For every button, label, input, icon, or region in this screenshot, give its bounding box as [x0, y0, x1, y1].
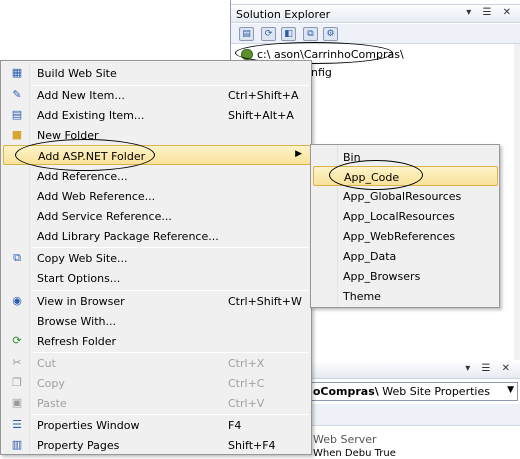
submenu-item-label: App_GlobalResources — [343, 190, 462, 203]
solution-explorer-title: Solution Explorer — [236, 8, 331, 21]
menu-item-label: View in Browser — [37, 295, 125, 308]
menu-item-copy[interactable]: ❐ Copy Ctrl+C — [3, 373, 311, 393]
menu-item-label: Copy — [37, 377, 65, 390]
submenu-item-app-webreferences[interactable]: App_WebReferences — [313, 226, 498, 246]
menu-item-label: Start Options... — [37, 272, 121, 285]
scrollbar[interactable] — [514, 44, 520, 360]
copy-icon: ❐ — [12, 376, 22, 389]
property-pages-icon: ▥ — [11, 438, 23, 451]
copy-site-tool-icon[interactable]: ⧉ — [303, 27, 318, 41]
menu-item-add-new-item[interactable]: ✎ Add New Item... Ctrl+Shift+A — [3, 85, 311, 105]
panel-options-icon[interactable]: ▾ ☰ ✕ — [466, 7, 515, 18]
menu-item-cut[interactable]: ✂ Cut Ctrl+X — [3, 353, 311, 373]
tree-item-config[interactable]: nfig — [311, 66, 332, 79]
menu-item-shortcut: Ctrl+C — [228, 377, 265, 390]
submenu-item-app-globalresources[interactable]: App_GlobalResources — [313, 186, 498, 206]
menu-item-shortcut: F4 — [228, 419, 242, 432]
menu-item-paste[interactable]: ▣ Paste Ctrl+V — [3, 393, 311, 413]
properties-icon: ☰ — [12, 418, 22, 431]
submenu-item-app-browsers[interactable]: App_Browsers — [313, 266, 498, 286]
context-menu: ▦ Build Web Site ✎ Add New Item... Ctrl+… — [0, 60, 312, 455]
menu-item-add-web-reference[interactable]: Add Web Reference... — [3, 186, 311, 206]
menu-item-label: Add Reference... — [37, 170, 128, 183]
aspnet-folder-submenu: Bin App_Code App_GlobalResources App_Loc… — [310, 144, 500, 308]
submenu-item-theme[interactable]: Theme — [313, 286, 498, 306]
refresh-icon: ⟳ — [12, 334, 22, 347]
submenu-item-label: App_Data — [343, 250, 397, 263]
properties-category: Web Server — [313, 433, 377, 446]
solution-explorer-titlebar: Solution Explorer ▾ ☰ ✕ — [231, 4, 520, 23]
menu-item-build-web-site[interactable]: ▦ Build Web Site — [3, 63, 311, 83]
menu-item-browse-with[interactable]: Browse With... — [3, 311, 311, 331]
menu-item-add-library-package-reference[interactable]: Add Library Package Reference... — [3, 226, 311, 246]
new-item-icon: ✎ — [12, 88, 22, 101]
submenu-item-label: Theme — [343, 290, 381, 303]
menu-item-label: Browse With... — [37, 315, 117, 328]
menu-item-shortcut: Ctrl+X — [228, 357, 265, 370]
folder-icon: ■ — [11, 128, 23, 141]
menu-item-label: Properties Window — [37, 419, 140, 432]
menu-item-copy-web-site[interactable]: ⧉ Copy Web Site... — [3, 248, 311, 268]
menu-item-view-in-browser[interactable]: ◉ View in Browser Ctrl+Shift+W — [3, 291, 311, 311]
menu-item-shortcut: Shift+Alt+A — [228, 109, 294, 122]
menu-item-shortcut: Ctrl+Shift+A — [228, 89, 299, 102]
browser-icon: ◉ — [12, 294, 22, 307]
submenu-item-label: App_Browsers — [343, 270, 421, 283]
menu-item-add-existing-item[interactable]: ▤ Add Existing Item... Shift+Alt+A — [3, 105, 311, 125]
submenu-item-app-data[interactable]: App_Data — [313, 246, 498, 266]
menu-item-label: Add Web Reference... — [37, 190, 156, 203]
menu-item-shortcut: Shift+F4 — [228, 439, 276, 452]
properties-object-name: hoCompras\ — [305, 385, 379, 398]
menu-item-property-pages[interactable]: ▥ Property Pages Shift+F4 — [3, 435, 311, 455]
submenu-item-label: App_LocalResources — [343, 210, 455, 223]
submenu-arrow-icon: ▶ — [295, 149, 302, 159]
config-tool-icon[interactable]: ⚙ — [323, 27, 338, 41]
menu-item-shortcut: Ctrl+V — [228, 397, 265, 410]
menu-item-label: Property Pages — [37, 439, 120, 452]
menu-item-start-options[interactable]: Start Options... — [3, 268, 311, 288]
submenu-item-label: App_WebReferences — [343, 230, 456, 243]
build-icon: ▦ — [11, 66, 23, 79]
submenu-item-app-localresources[interactable]: App_LocalResources — [313, 206, 498, 226]
annotation-ellipse-app-code — [329, 160, 423, 190]
copy-site-icon: ⧉ — [13, 251, 21, 264]
nest-files-tool-icon[interactable]: ◧ — [281, 27, 296, 41]
solution-explorer-toolbar: ▤ ⟳ ◧ ⧉ ⚙ — [231, 24, 520, 44]
cut-icon: ✂ — [12, 356, 22, 369]
menu-item-label: Paste — [37, 397, 67, 410]
properties-options-icon[interactable]: ▾ ☰ ✕ — [465, 363, 514, 374]
menu-item-label: Refresh Folder — [37, 335, 117, 348]
menu-item-properties-window[interactable]: ☰ Properties Window F4 — [3, 415, 311, 435]
menu-item-add-service-reference[interactable]: Add Service Reference... — [3, 206, 311, 226]
paste-icon: ▣ — [11, 396, 23, 409]
menu-item-label: Copy Web Site... — [37, 252, 128, 265]
menu-item-label: Cut — [37, 357, 56, 370]
menu-item-label: Add Service Reference... — [37, 210, 172, 223]
existing-item-icon: ▤ — [11, 108, 23, 121]
chevron-down-icon: ▼ — [507, 385, 514, 395]
properties-object-type: Web Site Properties — [378, 385, 490, 398]
menu-item-shortcut: Ctrl+Shift+W — [228, 295, 302, 308]
refresh-tool-icon[interactable]: ⟳ — [261, 27, 276, 41]
menu-item-label: Add Existing Item... — [37, 109, 145, 122]
menu-item-label: Build Web Site — [37, 67, 117, 80]
menu-item-refresh-folder[interactable]: ⟳ Refresh Folder — [3, 331, 311, 351]
properties-tool-icon[interactable]: ▤ — [239, 27, 254, 41]
menu-item-label: Add New Item... — [37, 89, 125, 102]
properties-row[interactable]: When Debu True — [313, 448, 396, 459]
menu-item-label: Add Library Package Reference... — [37, 230, 219, 243]
menu-item-add-reference[interactable]: Add Reference... — [3, 166, 311, 186]
